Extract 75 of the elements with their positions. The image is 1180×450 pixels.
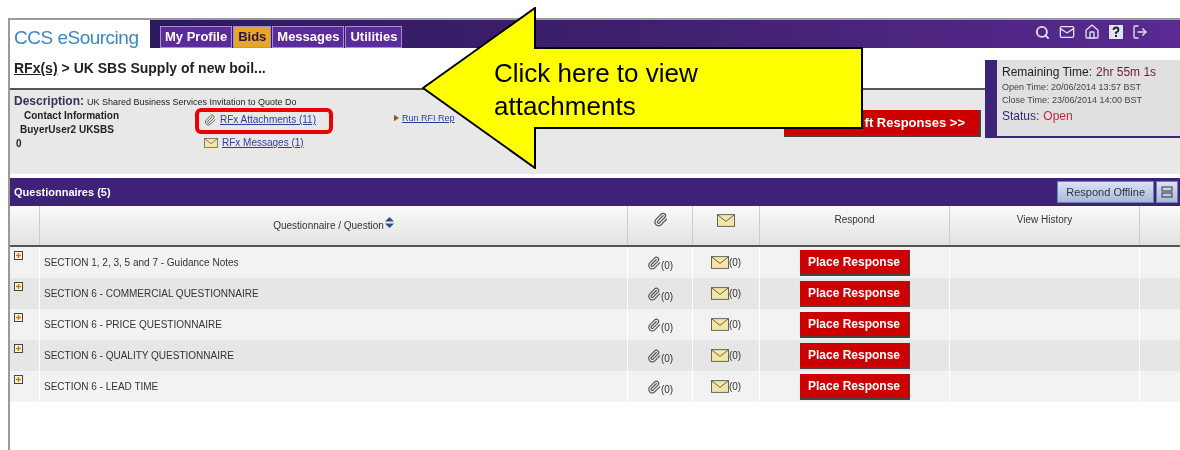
place-response-button[interactable]: Place Response: [799, 249, 910, 276]
questionnaire-title: SECTION 6 - PRICE QUESTIONNAIRE: [44, 318, 222, 332]
status-label: Status:: [1002, 108, 1040, 125]
expand-toggle[interactable]: [14, 375, 23, 384]
paperclip-icon: [204, 113, 216, 126]
paperclip-icon: [646, 348, 661, 363]
remaining-label: Remaining Time:: [1002, 64, 1093, 81]
description-label: Description:: [14, 94, 84, 108]
paperclip-icon: [646, 255, 661, 270]
envelope-icon: [710, 287, 729, 300]
nav-tab[interactable]: My Profile: [160, 26, 233, 48]
envelope-icon: [717, 214, 735, 227]
report-link[interactable]: Run RFI Rep: [402, 112, 455, 126]
paperclip-icon: [646, 317, 661, 332]
place-response-button[interactable]: Place Response: [799, 280, 910, 307]
callout-text: Click here to view attachments: [494, 57, 699, 123]
place-response-button[interactable]: Place Response: [799, 373, 910, 400]
contact-label: Contact Information: [23, 109, 120, 123]
attachment-count: (0): [660, 290, 674, 304]
attachments-link[interactable]: RFx Attachments (11): [220, 112, 316, 127]
breadcrumb-current: > UK SBS Supply of new boil...: [61, 58, 266, 78]
paperclip-icon: [646, 286, 661, 301]
message-count: (0): [728, 349, 742, 363]
column-header: View History: [1016, 213, 1073, 227]
envelope-icon: [710, 318, 729, 331]
layout-icon: [1160, 185, 1174, 199]
close-time: Close Time: 23/06/2014 14:00 BST: [1002, 94, 1144, 107]
open-time: Open Time: 20/06/2014 13:57 BST: [1002, 81, 1143, 94]
section-title: Questionnaires (5): [14, 184, 111, 200]
app-logo: CCS eSourcing: [14, 28, 139, 48]
breadcrumb-link[interactable]: RFx(s): [14, 57, 58, 79]
expand-toggle[interactable]: [14, 313, 23, 322]
status-value: Open: [1043, 108, 1073, 125]
envelope-icon: [710, 256, 729, 269]
description-text: UK Shared Business Services Invitation to Quote Do: [87, 96, 297, 109]
questionnaire-title: SECTION 6 - QUALITY QUESTIONNAIRE: [44, 349, 234, 363]
questionnaire-title: SECTION 6 - COMMERCIAL QUESTIONNAIRE: [44, 287, 259, 301]
place-response-button[interactable]: Place Response: [799, 311, 910, 338]
respond-offline-button[interactable]: Respond Offline: [1057, 181, 1154, 203]
sort-icon[interactable]: [384, 217, 394, 228]
attachment-count: (0): [660, 383, 674, 397]
envelope-icon: [710, 380, 729, 393]
column-header[interactable]: Questionnaire / Question: [273, 218, 384, 233]
remaining-time: 2hr 55m 1s: [1096, 64, 1157, 81]
triangle-icon: [394, 114, 399, 122]
nav-tab[interactable]: Bids: [233, 26, 272, 48]
help-icon[interactable]: [1109, 25, 1123, 39]
layout-button[interactable]: [1156, 181, 1178, 203]
paperclip-icon: [652, 212, 668, 227]
nav-tab[interactable]: Utilities: [345, 26, 403, 48]
place-response-button[interactable]: Place Response: [799, 342, 910, 369]
expand-toggle[interactable]: [14, 282, 23, 291]
home-icon[interactable]: [1084, 24, 1100, 40]
questionnaire-title: SECTION 6 - LEAD TIME: [44, 380, 159, 394]
nav-tab[interactable]: Messages: [272, 26, 345, 48]
search-icon[interactable]: [1035, 24, 1050, 40]
questionnaire-title: SECTION 1, 2, 3, 5 and 7 - Guidance Notes: [44, 256, 239, 270]
messages-link[interactable]: RFx Messages (1): [222, 135, 304, 150]
message-count: (0): [728, 318, 742, 332]
expand-toggle[interactable]: [14, 251, 23, 260]
expand-toggle[interactable]: [14, 344, 23, 353]
exit-icon[interactable]: [1132, 24, 1148, 40]
message-count: (0): [728, 380, 742, 394]
contact-phone: 0: [15, 137, 23, 151]
message-count: (0): [728, 256, 742, 270]
attachment-count: (0): [660, 321, 674, 335]
envelope-icon: [710, 349, 729, 362]
contact-name: BuyerUser2 UKSBS: [19, 123, 115, 137]
paperclip-icon: [646, 379, 661, 394]
column-header: Respond: [834, 213, 875, 227]
mail-icon[interactable]: [1059, 24, 1075, 40]
envelope-icon: [204, 137, 218, 148]
message-count: (0): [728, 287, 742, 301]
attachment-count: (0): [660, 352, 674, 366]
attachment-count: (0): [660, 259, 674, 273]
